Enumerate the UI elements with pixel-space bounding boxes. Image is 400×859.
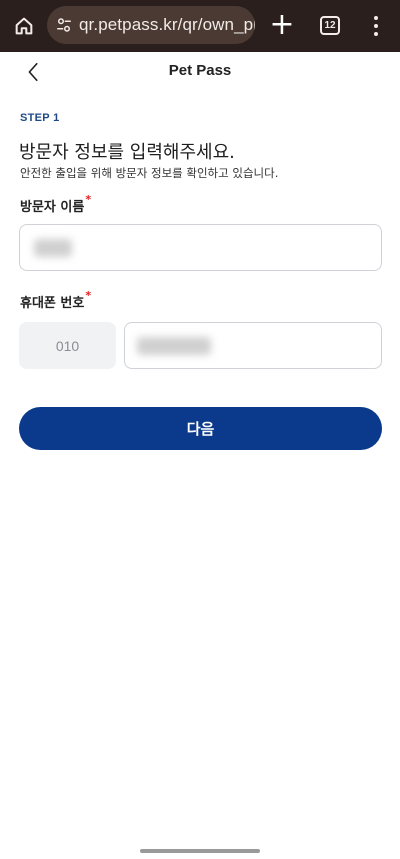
blurred-phone-value — [137, 337, 211, 355]
required-mark: * — [85, 193, 92, 206]
visitor-name-input[interactable] — [19, 224, 382, 271]
step-description: 안전한 출입을 위해 방문자 정보를 확인하고 있습니다. — [20, 166, 279, 180]
new-tab-button[interactable]: + — [268, 10, 296, 40]
gesture-handle[interactable] — [140, 849, 260, 853]
required-mark: * — [85, 289, 92, 302]
browser-toolbar: qr.petpass.kr/qr/own_pho + 12 — [0, 0, 400, 52]
next-button[interactable]: 다음 — [19, 407, 382, 450]
more-vert-icon[interactable] — [368, 14, 384, 38]
tab-switcher-button[interactable]: 12 — [320, 16, 340, 35]
tune-icon — [57, 18, 71, 32]
step-headline: 방문자 정보를 입력해주세요. — [19, 142, 235, 163]
site-info-button[interactable] — [55, 15, 73, 35]
phone-number-label-text: 휴대폰 번호 — [20, 296, 85, 311]
phone-number-input[interactable] — [124, 322, 382, 369]
url-text: qr.petpass.kr/qr/own_pho — [79, 15, 255, 34]
blurred-name-value — [34, 239, 72, 257]
home-button[interactable] — [10, 12, 38, 40]
page-title: Pet Pass — [168, 62, 232, 79]
home-icon — [15, 17, 33, 35]
visitor-name-label: 방문자 이름* — [20, 193, 92, 215]
address-bar[interactable]: qr.petpass.kr/qr/own_pho — [47, 6, 255, 44]
phone-prefix-select[interactable]: 010 — [19, 322, 116, 369]
step-label: STEP 1 — [20, 112, 60, 124]
phone-number-label: 휴대폰 번호* — [20, 289, 92, 311]
visitor-name-label-text: 방문자 이름 — [20, 200, 85, 215]
